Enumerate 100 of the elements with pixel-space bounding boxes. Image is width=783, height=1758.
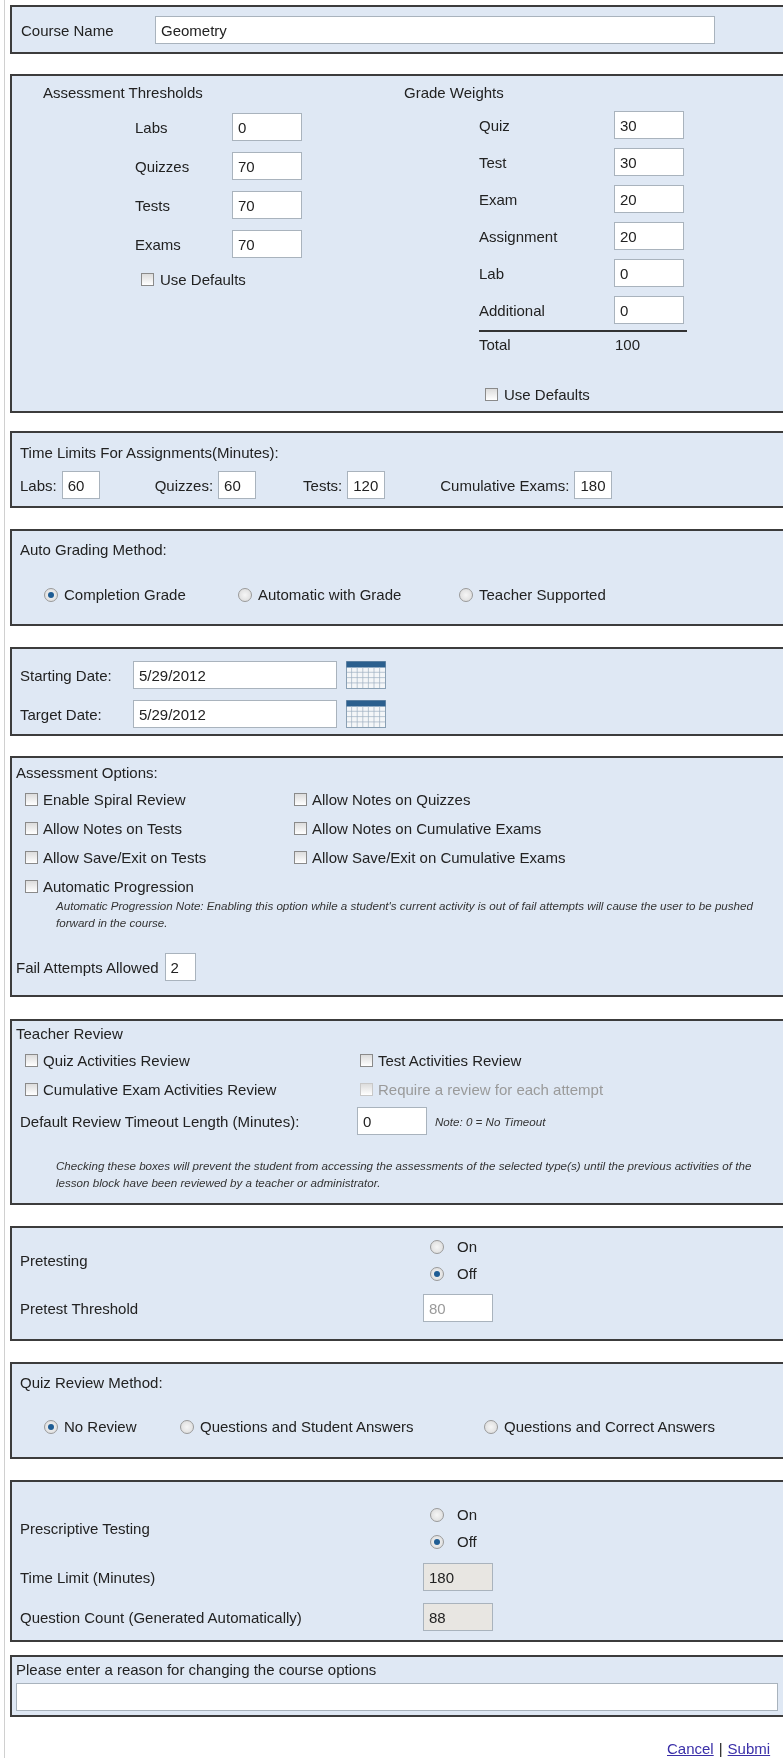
radio-button[interactable]: [44, 1419, 58, 1434]
weight-field[interactable]: 20: [614, 222, 684, 250]
course-name-field[interactable]: Geometry: [155, 16, 715, 44]
field-label: Time Limit (Minutes): [20, 1568, 157, 1586]
checkbox[interactable]: [25, 793, 38, 806]
section-title: Time Limits For Assignments(Minutes):: [20, 444, 279, 461]
fail-attempts-field[interactable]: 2: [164, 953, 196, 981]
radio-button[interactable]: [484, 1419, 498, 1434]
weight-field[interactable]: 0: [614, 296, 684, 324]
date-field[interactable]: 5/29/2012: [133, 661, 337, 689]
submit-link[interactable]: Submi: [727, 1740, 771, 1757]
checkbox[interactable]: [25, 851, 38, 864]
checkbox-label: Require a review for each attempt: [378, 1081, 604, 1098]
timeout-field[interactable]: 0: [357, 1107, 427, 1135]
checkbox[interactable]: [25, 1083, 38, 1096]
checkbox-label: Allow Notes on Quizzes: [312, 791, 471, 808]
link-separator: |: [718, 1740, 723, 1757]
section-title: Assessment Options:: [16, 764, 158, 781]
time-limit-field[interactable]: 60: [61, 471, 100, 499]
field-label: Additional: [479, 301, 546, 319]
field-label: Quizzes:: [154, 476, 214, 494]
note-text: Automatic Progression Note: Enabling this option while a student's current activity is out of fail attempts will cause the user to be pushed forward in the course.: [54, 898, 754, 931]
checkbox[interactable]: [294, 851, 307, 864]
field-label: Labs: [135, 118, 169, 136]
radio-label: Questions and Student Answers: [200, 1418, 414, 1435]
radio-label: Automatic with Grade: [258, 586, 402, 603]
field-label: Exams: [135, 235, 182, 253]
threshold-field[interactable]: 70: [232, 191, 302, 219]
section-title: Grade Weights: [404, 84, 504, 101]
total-value: 100: [615, 336, 641, 353]
time-limit-field[interactable]: 120: [347, 471, 386, 499]
radio-button[interactable]: [430, 1507, 444, 1522]
field-label: Fail Attempts Allowed: [16, 958, 159, 976]
radio-label: No Review: [64, 1418, 137, 1435]
radio-label: Teacher Supported: [479, 586, 606, 603]
note-text: Checking these boxes will prevent the student from accessing the assessments of the selected type(s) until the previous activities of the lesson block have been reviewed by a teacher or administrator.: [55, 1158, 753, 1191]
radio-button[interactable]: [180, 1419, 194, 1434]
checkbox[interactable]: [485, 388, 498, 401]
radio-button[interactable]: [459, 587, 473, 602]
checkbox[interactable]: [25, 1054, 38, 1067]
checkbox-label: Use Defaults: [504, 386, 590, 403]
note-text: Note: 0 = No Timeout: [434, 1113, 547, 1130]
section-title: Auto Grading Method:: [20, 541, 167, 558]
date-field[interactable]: 5/29/2012: [133, 700, 337, 728]
weight-field[interactable]: 20: [614, 185, 684, 213]
checkbox-label: Quiz Activities Review: [43, 1052, 190, 1069]
weight-field[interactable]: 30: [614, 111, 684, 139]
readonly-field[interactable]: 88: [423, 1603, 493, 1631]
field-label: Pretest Threshold: [20, 1299, 140, 1317]
radio-button[interactable]: [44, 587, 58, 602]
weight-field[interactable]: 30: [614, 148, 684, 176]
checkbox-label: Test Activities Review: [378, 1052, 522, 1069]
field-label: Default Review Timeout Length (Minutes):: [20, 1112, 301, 1130]
checkbox-label: Allow Notes on Tests: [43, 820, 182, 837]
cancel-link[interactable]: Cancel: [667, 1740, 714, 1757]
calendar-icon[interactable]: [346, 661, 386, 689]
field-label: Test: [479, 153, 508, 171]
section-title: Quiz Review Method:: [20, 1374, 163, 1391]
radio-button[interactable]: [430, 1534, 444, 1549]
checkbox[interactable]: [25, 822, 38, 835]
checkbox[interactable]: [141, 273, 154, 286]
field-label: Tests:: [303, 476, 343, 494]
radio-label: On: [457, 1238, 477, 1255]
weight-field[interactable]: 0: [614, 259, 684, 287]
field-label: Course Name: [21, 21, 115, 39]
field-label: Exam: [479, 190, 519, 208]
field-label: Assignment: [479, 227, 559, 245]
section-title: Teacher Review: [16, 1025, 123, 1042]
total-label: Total: [479, 336, 512, 353]
radio-button[interactable]: [430, 1239, 444, 1254]
calendar-icon[interactable]: [346, 700, 386, 728]
readonly-field[interactable]: 180: [423, 1563, 493, 1591]
checkbox-label: Allow Save/Exit on Cumulative Exams: [312, 849, 566, 866]
time-limit-field[interactable]: 180: [574, 471, 613, 499]
checkbox[interactable]: [294, 793, 307, 806]
checkbox-label: Use Defaults: [160, 271, 246, 288]
field-label: Cumulative Exams:: [440, 476, 570, 494]
radio-label: On: [457, 1506, 477, 1523]
field-label: Pretesting: [20, 1251, 89, 1269]
field-label: Quiz: [479, 116, 511, 134]
threshold-field[interactable]: 0: [232, 113, 302, 141]
section-title: Assessment Thresholds: [43, 84, 203, 101]
field-label: Question Count (Generated Automatically): [20, 1608, 303, 1626]
threshold-field[interactable]: 70: [232, 230, 302, 258]
checkbox[interactable]: [294, 822, 307, 835]
checkbox-label: Allow Notes on Cumulative Exams: [312, 820, 542, 837]
checkbox[interactable]: [25, 880, 38, 893]
checkbox[interactable]: [360, 1054, 373, 1067]
checkbox-label: Automatic Progression: [43, 878, 194, 895]
checkbox-label: Cumulative Exam Activities Review: [43, 1081, 277, 1098]
time-limit-field[interactable]: 60: [218, 471, 257, 499]
field-label: Tests: [135, 196, 171, 214]
field-label: Lab: [479, 264, 506, 282]
field-label: Labs:: [20, 476, 57, 494]
field-label: Quizzes: [135, 157, 191, 175]
reason-field[interactable]: [16, 1683, 778, 1711]
threshold-field[interactable]: 70: [232, 152, 302, 180]
radio-button[interactable]: [238, 587, 252, 602]
radio-button[interactable]: [430, 1266, 444, 1281]
radio-label: Questions and Correct Answers: [504, 1418, 715, 1435]
